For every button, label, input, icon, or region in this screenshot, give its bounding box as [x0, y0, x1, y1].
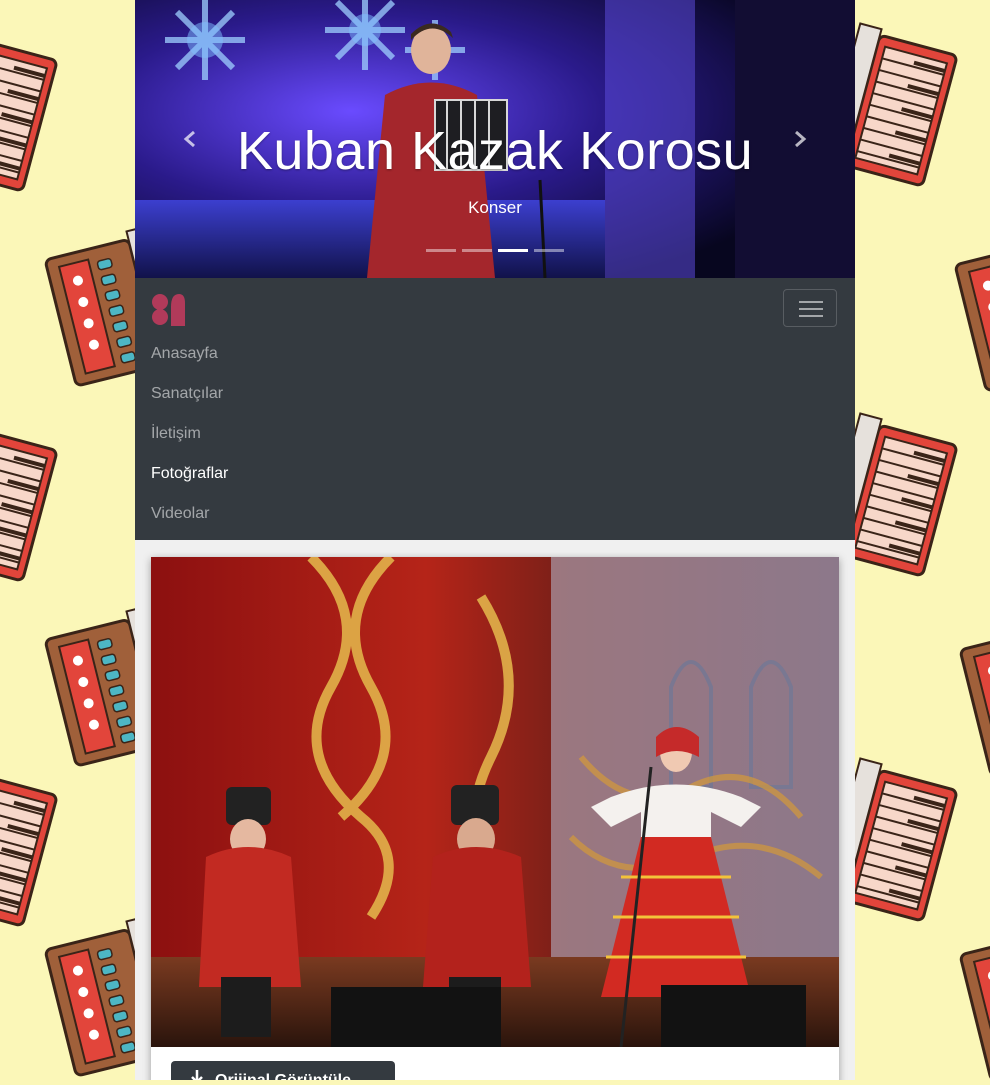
carousel-indicator[interactable] — [426, 249, 456, 252]
chevron-right-icon — [795, 130, 807, 148]
photo-card — [151, 557, 839, 1080]
download-icon — [191, 1070, 203, 1080]
carousel-prev-button[interactable] — [175, 124, 205, 154]
nav-menu: Anasayfa Sanatçılar İletişim Fotoğraflar… — [151, 340, 228, 540]
nav-item-iletisim[interactable]: İletişim — [151, 420, 228, 460]
main-navbar: Anasayfa Sanatçılar İletişim Fotoğraflar… — [135, 278, 855, 540]
carousel-next-button[interactable] — [785, 124, 815, 154]
site-logo[interactable] — [151, 291, 187, 332]
concert-photo[interactable] — [151, 557, 839, 1047]
carousel-indicator[interactable] — [462, 249, 492, 252]
hero-carousel[interactable]: Kuban Kazak Korosu Konser — [135, 0, 855, 278]
nav-item-sanatcilar[interactable]: Sanatçılar — [151, 380, 228, 420]
view-original-button[interactable]: Orijinal Görüntüle — [171, 1061, 395, 1080]
nav-item-fotograflar[interactable]: Fotoğraflar — [151, 460, 228, 500]
nav-item-anasayfa[interactable]: Anasayfa — [151, 340, 228, 380]
nav-item-videolar[interactable]: Videolar — [151, 500, 228, 540]
carousel-title: Kuban Kazak Korosu — [236, 121, 754, 181]
carousel-indicator[interactable] — [534, 249, 564, 252]
chevron-left-icon — [183, 130, 195, 148]
carousel-subtitle: Konser — [468, 198, 522, 217]
carousel-indicators — [135, 249, 855, 252]
site-logo-icon — [152, 294, 185, 326]
view-original-label: Orijinal Görüntüle — [215, 1063, 351, 1080]
page-container: Kuban Kazak Korosu Konser Anasayfa Sanat… — [135, 0, 855, 1080]
navbar-toggler-button[interactable] — [783, 289, 837, 327]
carousel-indicator-active[interactable] — [498, 249, 528, 252]
photo-content: Orijinal Görüntüle — [135, 540, 855, 1080]
